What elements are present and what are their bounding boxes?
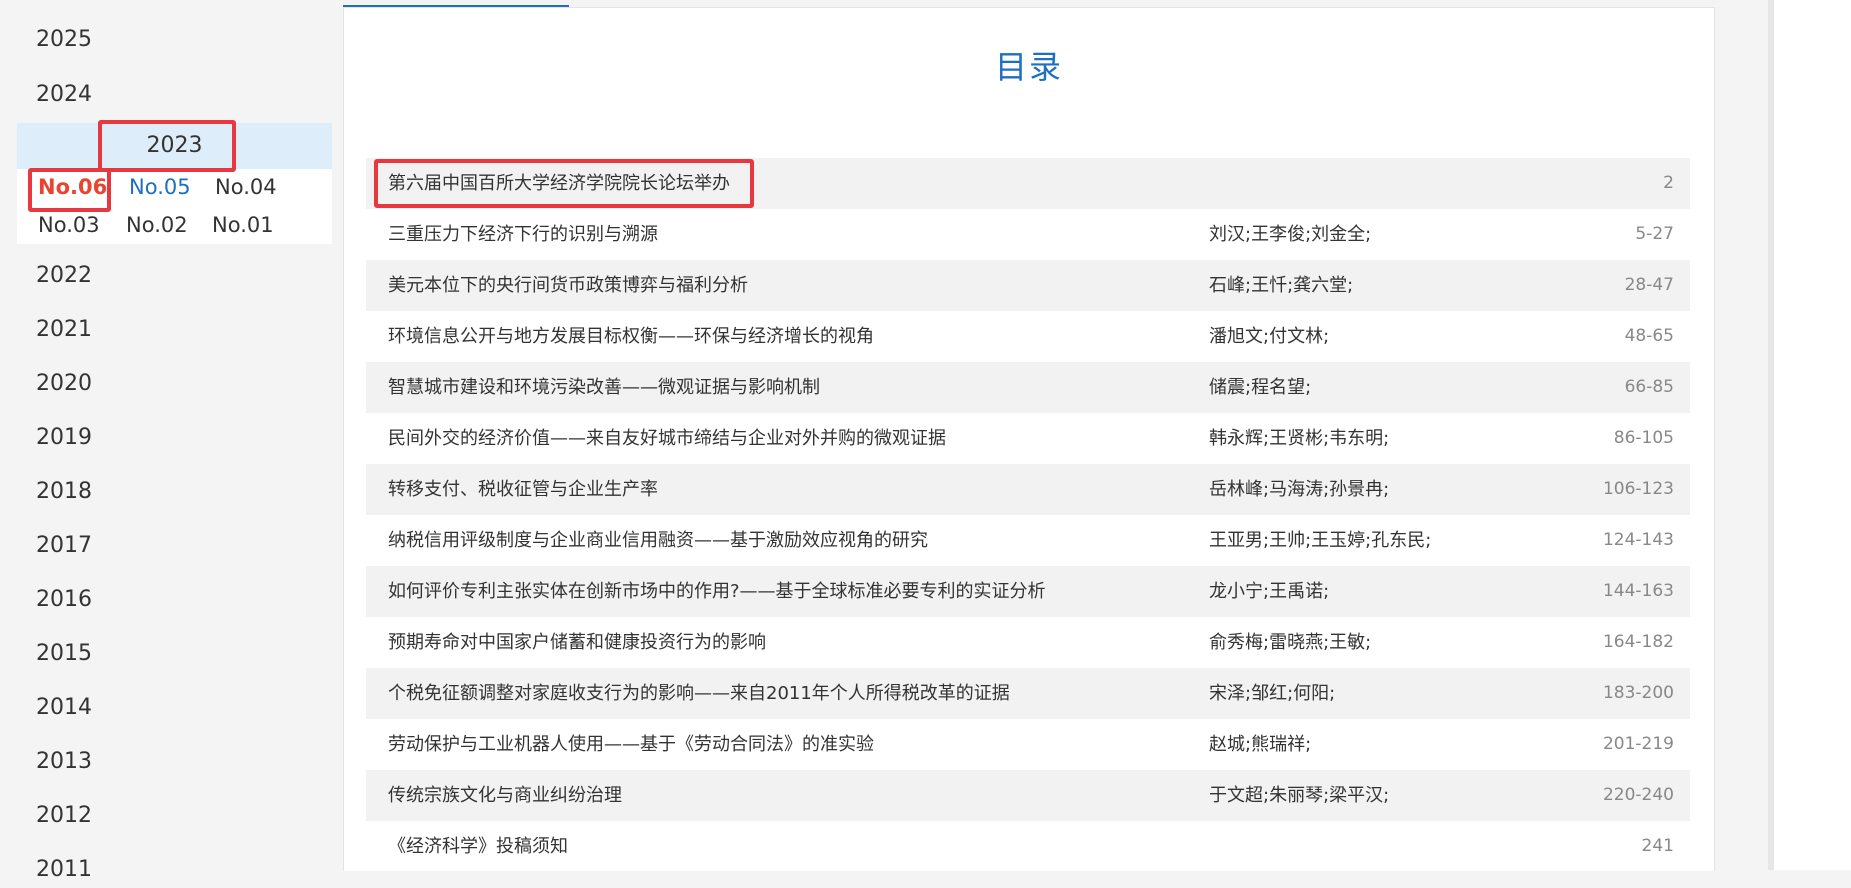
article-pages: 28-47 bbox=[1624, 275, 1674, 295]
year-2018[interactable]: 2018 bbox=[36, 474, 92, 510]
article-pages: 106-123 bbox=[1602, 479, 1674, 499]
year-2024[interactable]: 2024 bbox=[36, 77, 92, 113]
article-authors: 岳林峰;马海涛;孙景冉; bbox=[1209, 479, 1390, 500]
issue-no02[interactable]: No.02 bbox=[126, 210, 188, 240]
toc-row: 如何评价专利主张实体在创新市场中的作用?——基于全球标准必要专利的实证分析 龙小… bbox=[366, 566, 1690, 617]
article-pages: 2 bbox=[1663, 173, 1674, 193]
article-title-link[interactable]: 民间外交的经济价值——来自友好城市缔结与企业对外并购的微观证据 bbox=[388, 413, 946, 464]
article-title-link[interactable]: 环境信息公开与地方发展目标权衡——环保与经济增长的视角 bbox=[388, 311, 874, 362]
article-pages: 48-65 bbox=[1624, 326, 1674, 346]
year-2011[interactable]: 2011 bbox=[36, 852, 92, 888]
toc-row: 智慧城市建设和环境污染改善——微观证据与影响机制 储震;程名望; 66-85 bbox=[366, 362, 1690, 413]
article-title-link[interactable]: 三重压力下经济下行的识别与溯源 bbox=[388, 209, 658, 260]
article-pages: 124-143 bbox=[1602, 530, 1674, 550]
year-2021[interactable]: 2021 bbox=[36, 312, 92, 348]
article-title-link[interactable]: 预期寿命对中国家户储蓄和健康投资行为的影响 bbox=[388, 617, 766, 668]
article-authors: 潘旭文;付文林; bbox=[1209, 326, 1330, 347]
year-2025[interactable]: 2025 bbox=[36, 22, 92, 58]
issue-no04[interactable]: No.04 bbox=[215, 172, 277, 202]
article-authors: 韩永辉;王贤彬;韦东明; bbox=[1209, 428, 1390, 449]
year-2016[interactable]: 2016 bbox=[36, 582, 92, 618]
toc-row: 传统宗族文化与商业纠纷治理 于文超;朱丽琴;梁平汉; 220-240 bbox=[366, 770, 1690, 821]
article-title-link[interactable]: 纳税信用评级制度与企业商业信用融资——基于激励效应视角的研究 bbox=[388, 515, 928, 566]
article-authors: 石峰;王忏;龚六堂; bbox=[1209, 275, 1354, 296]
article-authors: 储震;程名望; bbox=[1209, 377, 1312, 398]
article-title-link[interactable]: 《经济科学》投稿须知 bbox=[388, 821, 568, 872]
year-2017[interactable]: 2017 bbox=[36, 528, 92, 564]
article-pages: 220-240 bbox=[1602, 785, 1674, 805]
article-pages: 164-182 bbox=[1602, 632, 1674, 652]
toc-row: 劳动保护与工业机器人使用——基于《劳动合同法》的准实验 赵城;熊瑞祥; 201-… bbox=[366, 719, 1690, 770]
article-pages: 201-219 bbox=[1602, 734, 1674, 754]
article-pages: 66-85 bbox=[1624, 377, 1674, 397]
year-2014[interactable]: 2014 bbox=[36, 690, 92, 726]
toc-row: 环境信息公开与地方发展目标权衡——环保与经济增长的视角 潘旭文;付文林; 48-… bbox=[366, 311, 1690, 362]
article-authors: 刘汉;王李俊;刘金全; bbox=[1209, 224, 1372, 245]
article-authors: 王亚男;王帅;王玉婷;孔东民; bbox=[1209, 530, 1432, 551]
issue-no03[interactable]: No.03 bbox=[38, 210, 100, 240]
year-2023[interactable]: 2023 bbox=[17, 123, 332, 169]
year-2020[interactable]: 2020 bbox=[36, 366, 92, 402]
article-title-link[interactable]: 劳动保护与工业机器人使用——基于《劳动合同法》的准实验 bbox=[388, 719, 874, 770]
article-pages: 86-105 bbox=[1613, 428, 1674, 448]
issue-no06[interactable]: No.06 bbox=[38, 172, 107, 202]
article-authors: 于文超;朱丽琴;梁平汉; bbox=[1209, 785, 1390, 806]
article-authors: 龙小宁;王禹诺; bbox=[1209, 581, 1330, 602]
article-pages: 241 bbox=[1641, 836, 1674, 856]
toc-row: 个税免征额调整对家庭收支行为的影响——来自2011年个人所得税改革的证据 宋泽;… bbox=[366, 668, 1690, 719]
toc-row: 美元本位下的央行间货币政策博弈与福利分析 石峰;王忏;龚六堂; 28-47 bbox=[366, 260, 1690, 311]
page-title: 目录 bbox=[994, 48, 1063, 86]
article-title-link[interactable]: 智慧城市建设和环境污染改善——微观证据与影响机制 bbox=[388, 362, 820, 413]
toc-row: 三重压力下经济下行的识别与溯源 刘汉;王李俊;刘金全; 5-27 bbox=[366, 209, 1690, 260]
page-margin bbox=[1774, 0, 1851, 870]
toc-row: 第六届中国百所大学经济学院院长论坛举办 2 bbox=[366, 158, 1690, 209]
article-pages: 183-200 bbox=[1602, 683, 1674, 703]
year-2019[interactable]: 2019 bbox=[36, 420, 92, 456]
article-title-link[interactable]: 传统宗族文化与商业纠纷治理 bbox=[388, 770, 622, 821]
issue-no01[interactable]: No.01 bbox=[212, 210, 274, 240]
article-pages: 5-27 bbox=[1635, 224, 1674, 244]
toc-panel: 目录 第六届中国百所大学经济学院院长论坛举办 2 三重压力下经济下行的识别与溯源… bbox=[343, 7, 1715, 871]
year-2022[interactable]: 2022 bbox=[36, 258, 92, 294]
toc-row: 纳税信用评级制度与企业商业信用融资——基于激励效应视角的研究 王亚男;王帅;王玉… bbox=[366, 515, 1690, 566]
article-title-link[interactable]: 转移支付、税收征管与企业生产率 bbox=[388, 464, 658, 515]
article-authors: 俞秀梅;雷晓燕;王敏; bbox=[1209, 632, 1372, 653]
year-2013[interactable]: 2013 bbox=[36, 744, 92, 780]
toc-table: 第六届中国百所大学经济学院院长论坛举办 2 三重压力下经济下行的识别与溯源 刘汉… bbox=[366, 158, 1690, 872]
toc-row: 《经济科学》投稿须知 241 bbox=[366, 821, 1690, 872]
article-title-link[interactable]: 美元本位下的央行间货币政策博弈与福利分析 bbox=[388, 260, 748, 311]
article-pages: 144-163 bbox=[1602, 581, 1674, 601]
year-2015[interactable]: 2015 bbox=[36, 636, 92, 672]
toc-row: 转移支付、税收征管与企业生产率 岳林峰;马海涛;孙景冉; 106-123 bbox=[366, 464, 1690, 515]
article-title-link[interactable]: 如何评价专利主张实体在创新市场中的作用?——基于全球标准必要专利的实证分析 bbox=[388, 566, 1046, 617]
article-title-link[interactable]: 第六届中国百所大学经济学院院长论坛举办 bbox=[388, 158, 730, 209]
article-title-link[interactable]: 个税免征额调整对家庭收支行为的影响——来自2011年个人所得税改革的证据 bbox=[388, 668, 1010, 719]
article-authors: 赵城;熊瑞祥; bbox=[1209, 734, 1312, 755]
toc-row: 民间外交的经济价值——来自友好城市缔结与企业对外并购的微观证据 韩永辉;王贤彬;… bbox=[366, 413, 1690, 464]
year-2012[interactable]: 2012 bbox=[36, 798, 92, 834]
toc-row: 预期寿命对中国家户储蓄和健康投资行为的影响 俞秀梅;雷晓燕;王敏; 164-18… bbox=[366, 617, 1690, 668]
article-authors: 宋泽;邹红;何阳; bbox=[1209, 683, 1336, 704]
issue-no05[interactable]: No.05 bbox=[129, 172, 191, 202]
year-sidebar: 2025 2024 2023 No.06 No.05 No.04 No.03 N… bbox=[0, 0, 344, 882]
